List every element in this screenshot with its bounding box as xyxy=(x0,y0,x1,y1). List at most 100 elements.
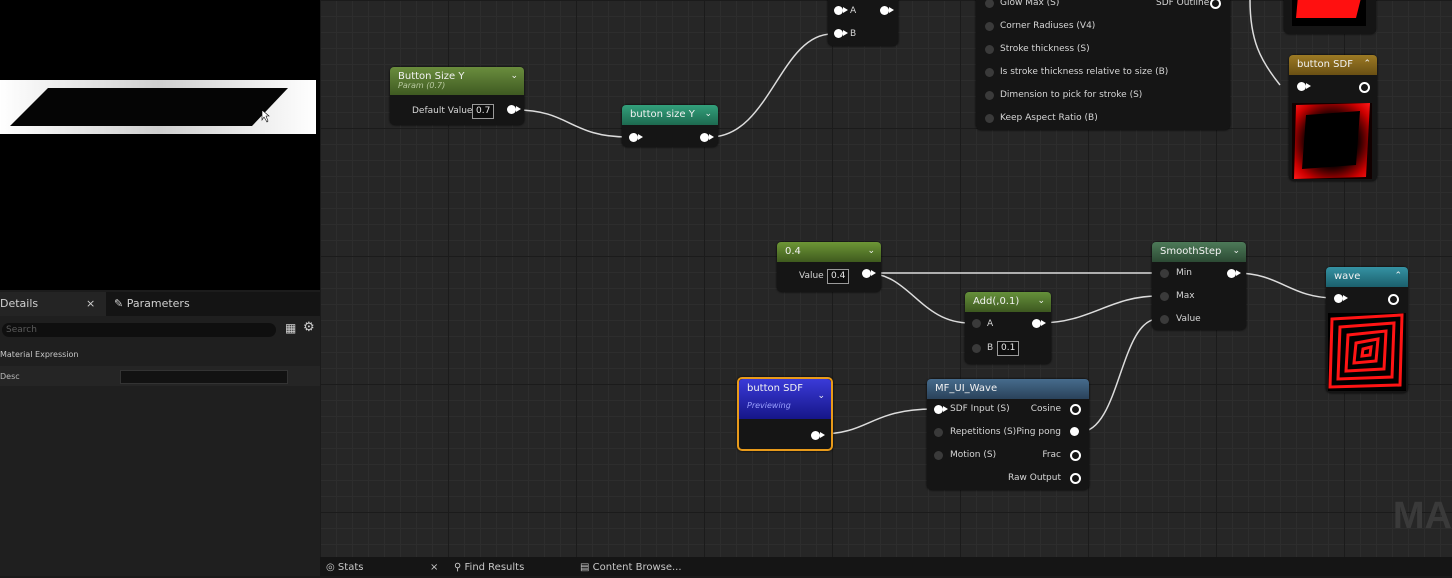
input-pin-b[interactable] xyxy=(834,29,848,38)
constant-04-node[interactable]: 0.4 ⌄ Value 0.4 xyxy=(777,242,881,292)
node-header: Button Size Y Param (0.7) ⌄ xyxy=(390,67,524,95)
chevron-up-icon[interactable]: ⌃ xyxy=(1363,55,1371,74)
pin-a-label: A xyxy=(987,319,994,329)
material-preview-viewport[interactable] xyxy=(0,0,320,290)
search-input[interactable]: Search xyxy=(2,323,276,337)
chevron-down-icon[interactable]: ⌄ xyxy=(704,105,712,124)
top-sdf-node[interactable]: Glow Max (S) Corner Radiuses (V4) Stroke… xyxy=(976,0,1230,130)
tab-parameters-label: Parameters xyxy=(126,297,190,310)
input-pin[interactable] xyxy=(934,451,943,460)
chevron-down-icon[interactable]: ⌄ xyxy=(1232,242,1240,261)
value-field[interactable]: 0.4 xyxy=(827,269,850,284)
node-header: MF_UI_Wave xyxy=(927,379,1089,399)
button-size-y-reroute-node[interactable]: button size Y ⌄ xyxy=(622,105,718,147)
input-pin[interactable] xyxy=(985,0,994,8)
b-value-field[interactable]: 0.1 xyxy=(997,341,1020,356)
input-pin[interactable] xyxy=(1297,82,1311,91)
output-pin[interactable] xyxy=(880,6,894,15)
output-pin[interactable] xyxy=(1032,319,1046,328)
output-pin[interactable] xyxy=(862,269,876,278)
input-pin-a[interactable] xyxy=(972,319,981,328)
output-pin[interactable] xyxy=(1210,0,1221,9)
chevron-down-icon[interactable]: ⌄ xyxy=(867,242,875,261)
input-pin[interactable] xyxy=(985,68,994,77)
tab-stats-label: Stats xyxy=(337,562,364,573)
output-pin[interactable] xyxy=(1227,269,1241,278)
input-pin[interactable] xyxy=(1334,294,1348,303)
output-pin[interactable] xyxy=(811,431,825,440)
input-label: Repetitions (S) xyxy=(950,427,1017,437)
input-pin-min[interactable] xyxy=(1160,269,1169,278)
desc-field[interactable] xyxy=(120,370,288,384)
tab-details[interactable]: Details × xyxy=(0,292,106,316)
mf-ui-wave-node[interactable]: MF_UI_Wave SDF Input (S) Repetitions (S)… xyxy=(927,379,1089,490)
chevron-down-icon[interactable]: ⌄ xyxy=(1037,292,1045,311)
input-pin-a[interactable] xyxy=(834,6,848,15)
close-icon[interactable]: × xyxy=(86,292,95,316)
stats-icon: ◎ xyxy=(326,562,335,573)
input-pin[interactable] xyxy=(985,45,994,54)
input-pin[interactable] xyxy=(985,114,994,123)
table-view-icon[interactable]: ▦ xyxy=(285,321,296,335)
button-size-y-param-node[interactable]: Button Size Y Param (0.7) ⌄ Default Valu… xyxy=(390,67,524,125)
tab-find-results-label: Find Results xyxy=(464,562,525,573)
left-panel: Details × ✎ Parameters Search ▦ ⚙ Materi… xyxy=(0,0,320,576)
top-mid-node[interactable]: A B xyxy=(828,0,898,46)
output-pin[interactable] xyxy=(1359,82,1370,93)
input-pin-value[interactable] xyxy=(1160,315,1169,324)
pin-b-label: B xyxy=(987,343,994,353)
add-node[interactable]: Add(,0.1) ⌄ A B 0.1 xyxy=(965,292,1051,364)
material-graph-canvas[interactable]: Button Size Y Param (0.7) ⌄ Default Valu… xyxy=(320,0,1452,557)
input-pin[interactable] xyxy=(934,428,943,437)
input-pin-max[interactable] xyxy=(1160,292,1169,301)
details-tab-bar: Details × ✎ Parameters xyxy=(0,292,320,316)
smoothstep-node[interactable]: SmoothStep ⌄ Min Max Value xyxy=(1152,242,1246,330)
button-sdf-preview-node[interactable]: button SDF ⌃ xyxy=(1289,55,1377,181)
button-sdf-named-node[interactable]: button SDF Previewing ⌄ xyxy=(737,377,833,451)
top-right-preview-node[interactable] xyxy=(1284,0,1376,34)
node-subtitle: Param (0.7) xyxy=(398,81,446,90)
output-pin[interactable] xyxy=(700,133,714,142)
desc-row: Desc xyxy=(0,366,320,386)
output-pin[interactable] xyxy=(1070,450,1081,461)
input-label: Is stroke thickness relative to size (B) xyxy=(1000,67,1169,77)
input-pin[interactable] xyxy=(985,91,994,100)
wave-preview-node[interactable]: wave ⌃ xyxy=(1326,267,1408,393)
node-title: MF_UI_Wave xyxy=(935,383,998,394)
folder-icon: ▤ xyxy=(580,562,590,573)
pencil-icon: ✎ xyxy=(114,297,124,310)
value-field[interactable]: 0.7 xyxy=(472,104,495,119)
details-body: Search ▦ ⚙ Material Expression Desc xyxy=(0,316,320,576)
tab-details-label: Details xyxy=(0,297,39,310)
output-pin[interactable] xyxy=(1070,427,1079,436)
chevron-down-icon[interactable]: ⌄ xyxy=(817,387,825,406)
tab-find-results[interactable]: ⚲ Find Results xyxy=(454,557,524,576)
output-pin[interactable] xyxy=(1070,404,1081,415)
output-pin[interactable] xyxy=(1388,294,1399,305)
tab-content-browser-label: Content Browse... xyxy=(592,562,682,573)
tab-stats[interactable]: ◎ Stats × xyxy=(326,557,440,576)
tab-parameters[interactable]: ✎ Parameters xyxy=(108,292,196,316)
output-pin[interactable] xyxy=(507,105,521,114)
input-pin[interactable] xyxy=(629,133,643,142)
input-pin[interactable] xyxy=(985,22,994,31)
node-title: SmoothStep xyxy=(1160,246,1222,257)
chevron-down-icon[interactable]: ⌄ xyxy=(510,67,518,86)
wave-thumbnail xyxy=(1328,313,1406,391)
output-label: Frac xyxy=(1042,450,1061,460)
node-title: wave xyxy=(1334,271,1361,282)
desc-label: Desc xyxy=(0,372,20,381)
pin-b-label: B xyxy=(850,29,857,39)
chevron-up-icon[interactable]: ⌃ xyxy=(1394,267,1402,286)
output-pin[interactable] xyxy=(1070,473,1081,484)
node-title: button SDF xyxy=(1297,59,1353,70)
tab-content-browser[interactable]: ▤ Content Browse... xyxy=(580,557,682,576)
pin-label: Max xyxy=(1176,291,1195,301)
gear-icon[interactable]: ⚙ xyxy=(303,320,315,335)
input-pin[interactable] xyxy=(934,405,948,414)
input-pin-b[interactable] xyxy=(972,344,981,353)
search-icon: ⚲ xyxy=(454,562,462,573)
node-header: 0.4 ⌄ xyxy=(777,242,881,262)
input-label: Motion (S) xyxy=(950,450,997,460)
close-icon[interactable]: × xyxy=(430,557,438,578)
